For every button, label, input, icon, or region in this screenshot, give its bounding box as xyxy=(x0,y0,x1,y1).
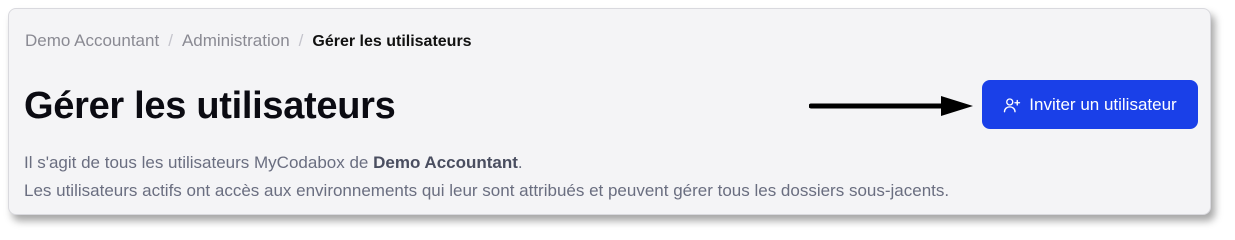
invite-user-button[interactable]: Inviter un utilisateur xyxy=(982,80,1198,129)
user-plus-icon xyxy=(1004,97,1021,112)
users-header-panel: Demo Accountant / Administration / Gérer les… xyxy=(8,8,1211,215)
breadcrumb-item-demo-accountant[interactable]: Demo Accountant xyxy=(25,31,159,50)
description-line-1: Il s'agit de tous les utilisateurs MyCod… xyxy=(24,153,523,172)
breadcrumb: Demo Accountant / Administration / Gérer les… xyxy=(25,31,472,51)
breadcrumb-separator: / xyxy=(168,31,173,50)
breadcrumb-separator: / xyxy=(298,31,304,50)
breadcrumb-current: Gérer les utilisateurs xyxy=(312,33,472,50)
arrow-annotation-icon xyxy=(809,96,973,116)
page-description: Il s'agit de tous les utilisateurs MyCod… xyxy=(24,149,949,205)
description-line-2: Les utilisateurs actifs ont accès aux en… xyxy=(24,181,950,200)
company-name: Demo Accountant xyxy=(373,153,518,172)
invite-user-button-label: Inviter un utilisateur xyxy=(1029,94,1177,114)
page-title: Gérer les utilisateurs xyxy=(24,85,396,127)
breadcrumb-item-administration[interactable]: Administration xyxy=(182,31,290,50)
